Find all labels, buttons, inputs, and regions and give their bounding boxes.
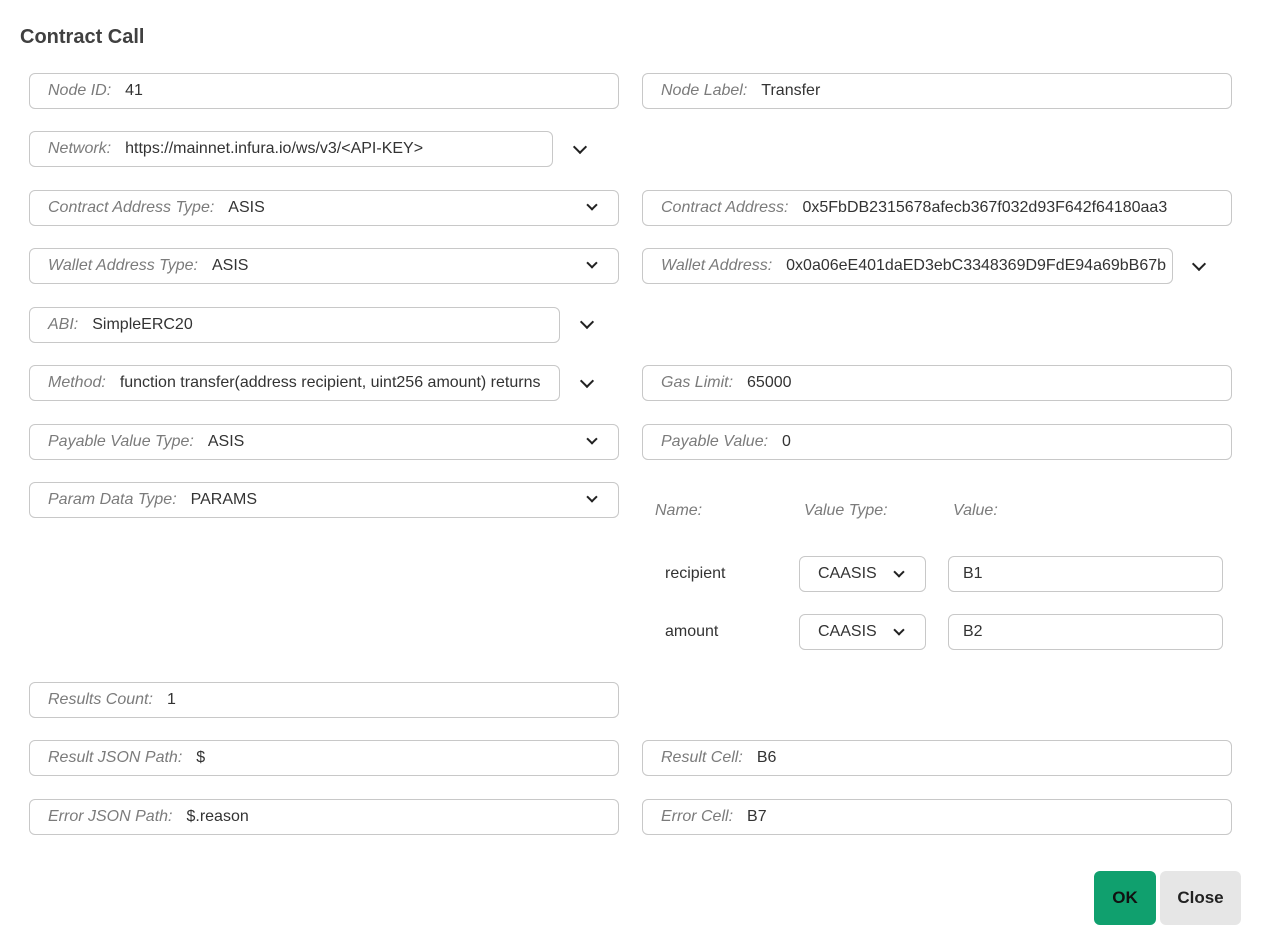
payable-value-type-label: Payable Value Type: [48,433,194,450]
param-value-value: B1 [963,565,983,582]
error-cell-field[interactable]: Error Cell: B7 [642,799,1232,835]
result-json-path-value: $ [196,749,206,766]
payable-value-value: 0 [782,433,791,450]
abi-field[interactable]: ABI: SimpleERC20 [29,307,560,343]
error-cell-value: B7 [747,808,767,825]
node-id-value: 41 [125,82,143,99]
contract-address-field[interactable]: Contract Address: 0x5FbDB2315678afecb367… [642,190,1232,226]
wallet-address-value: 0x0a06eE401daED3ebC3348369D9FdE94a69bB67… [786,257,1167,274]
result-cell-label: Result Cell: [661,749,743,766]
wallet-address-type-value: ASIS [211,257,249,274]
network-field[interactable]: Network: https://mainnet.infura.io/ws/v3… [29,131,553,167]
node-label-label: Node Label: [661,82,748,99]
params-header-value: Value: [953,502,998,519]
gas-limit-label: Gas Limit: [661,374,734,391]
network-value: https://mainnet.infura.io/ws/v3/<API-KEY… [125,140,424,157]
gas-limit-field[interactable]: Gas Limit: 65000 [642,365,1232,401]
error-json-path-label: Error JSON Path: [48,808,173,825]
param-value-input-amount[interactable]: B2 [948,614,1223,650]
payable-value-type-value: ASIS [207,433,245,450]
node-id-field[interactable]: Node ID: 41 [29,73,619,109]
method-label: Method: [48,374,106,391]
method-value: function transfer(address recipient, uin… [119,374,545,391]
param-value-type-select-amount[interactable]: CAASIS [799,614,926,650]
dialog-title: Contract Call [20,26,145,48]
params-header-value-type: Value Type: [804,502,888,519]
result-cell-field[interactable]: Result Cell: B6 [642,740,1232,776]
param-data-type-select[interactable]: Param Data Type: PARAMS [29,482,619,518]
param-value-input-recipient[interactable]: B1 [948,556,1223,592]
param-data-type-label: Param Data Type: [48,491,177,508]
ok-button[interactable]: OK [1094,871,1156,925]
error-json-path-field[interactable]: Error JSON Path: $.reason [29,799,619,835]
node-label-field[interactable]: Node Label: Transfer [642,73,1232,109]
node-label-value: Transfer [761,82,821,99]
chevron-down-icon [893,624,905,636]
abi-value: SimpleERC20 [92,316,193,333]
param-value-type-value: CAASIS [818,623,877,640]
wallet-address-field[interactable]: Wallet Address: 0x0a06eE401daED3ebC33483… [642,248,1173,284]
contract-address-type-label: Contract Address Type: [48,199,215,216]
wallet-address-label: Wallet Address: [661,257,773,274]
results-count-value: 1 [166,691,176,708]
contract-address-value: 0x5FbDB2315678afecb367f032d93F642f64180a… [802,199,1168,216]
wallet-address-chevron-down-icon[interactable] [1191,256,1207,272]
params-header-name: Name: [655,502,703,519]
param-data-type-value: PARAMS [190,491,258,508]
method-chevron-down-icon[interactable] [579,373,595,389]
contract-address-type-value: ASIS [228,199,265,216]
method-field[interactable]: Method: function transfer(address recipi… [29,365,560,401]
abi-chevron-down-icon[interactable] [579,314,595,330]
error-cell-label: Error Cell: [661,808,734,825]
result-json-path-field[interactable]: Result JSON Path: $ [29,740,619,776]
abi-label: ABI: [48,316,79,333]
network-chevron-down-icon[interactable] [572,139,588,155]
wallet-address-type-label: Wallet Address Type: [48,257,198,274]
error-json-path-value: $.reason [186,808,249,825]
param-value-value: B2 [963,623,983,640]
chevron-down-icon [893,566,905,578]
results-count-label: Results Count: [48,691,153,708]
wallet-address-type-select[interactable]: Wallet Address Type: ASIS [29,248,619,284]
results-count-field[interactable]: Results Count: 1 [29,682,619,718]
contract-address-type-select[interactable]: Contract Address Type: ASIS [29,190,619,226]
result-json-path-label: Result JSON Path: [48,749,183,766]
param-name-recipient: recipient [665,565,726,582]
contract-address-label: Contract Address: [661,199,789,216]
gas-limit-value: 65000 [747,374,792,391]
network-label: Network: [48,140,112,157]
payable-value-type-select[interactable]: Payable Value Type: ASIS [29,424,619,460]
payable-value-label: Payable Value: [661,433,769,450]
param-name-amount: amount [665,623,719,640]
param-value-type-value: CAASIS [818,565,877,582]
close-button[interactable]: Close [1160,871,1241,925]
payable-value-field[interactable]: Payable Value: 0 [642,424,1232,460]
node-id-label: Node ID: [48,82,112,99]
result-cell-value: B6 [756,749,777,766]
param-value-type-select-recipient[interactable]: CAASIS [799,556,926,592]
